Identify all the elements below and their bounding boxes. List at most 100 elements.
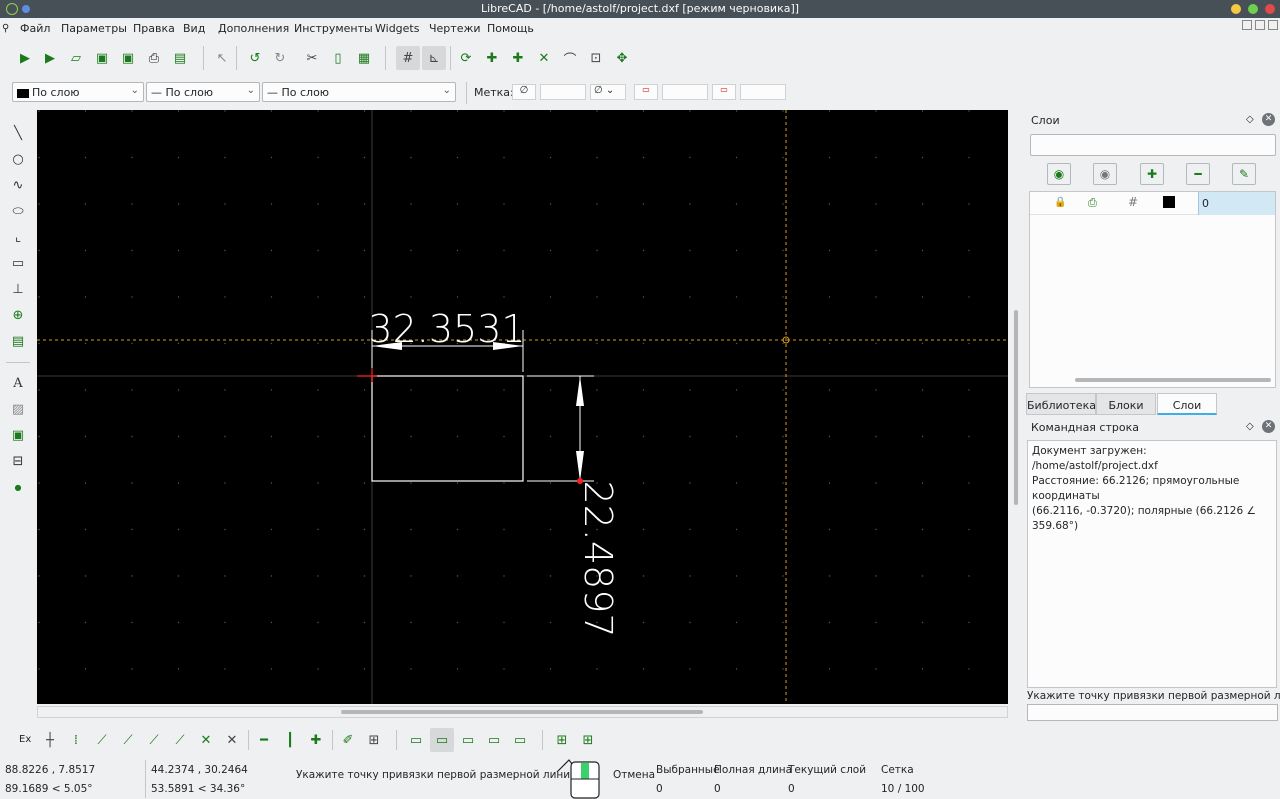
layer-name[interactable]: 0 — [1198, 192, 1275, 215]
zoom-window-icon[interactable]: ⊡ — [586, 48, 606, 68]
tab-layers[interactable]: Слои — [1157, 393, 1217, 415]
maximize-button[interactable] — [1248, 4, 1258, 14]
search-icon[interactable]: ⚲ — [2, 23, 9, 34]
print-icon[interactable]: ⎙ — [1088, 196, 1097, 210]
tab-blocks[interactable]: Блоки — [1096, 393, 1156, 415]
label-field-1[interactable] — [540, 84, 586, 100]
snap-center-icon[interactable]: ⟋ — [144, 730, 164, 750]
zoom-out-icon[interactable]: ✚ — [508, 48, 528, 68]
snap-distance-icon[interactable]: ✕ — [196, 730, 216, 750]
ellipse-tool-icon[interactable]: ⬭ — [8, 201, 28, 221]
new-template-icon[interactable]: ▶ — [40, 48, 60, 68]
menu-tools[interactable]: Инструменты — [294, 22, 373, 35]
view-5-icon[interactable]: ▭ — [510, 730, 530, 750]
minimize-button[interactable] — [1231, 4, 1241, 14]
print-icon[interactable]: ⎙ — [144, 48, 164, 68]
command-input[interactable] — [1027, 704, 1278, 721]
mdi-restore-icon[interactable] — [1255, 20, 1265, 30]
exclusive-snap-button[interactable]: Ex — [19, 734, 31, 745]
add-layer-icon[interactable]: ✚ — [1140, 163, 1164, 185]
block-tool-icon[interactable]: ⊟ — [8, 451, 28, 471]
vertical-scroll-thumb[interactable] — [1014, 310, 1018, 505]
menu-options[interactable]: Параметры — [61, 22, 127, 35]
curve-tool-icon[interactable]: ∿ — [8, 175, 28, 195]
copy-icon[interactable]: ▯ — [328, 48, 348, 68]
snap-intersection-icon[interactable]: ✕ — [222, 730, 242, 750]
menu-help[interactable]: Помощь — [487, 22, 534, 35]
menu-view[interactable]: Вид — [183, 22, 205, 35]
snap-on-entity-icon[interactable]: ⟋ — [118, 730, 138, 750]
diameter-select[interactable]: ∅ ⌄ — [590, 84, 626, 100]
close-icon[interactable]: ✕ — [1262, 113, 1275, 126]
new-file-icon[interactable]: ▶ — [15, 48, 35, 68]
add-block-icon[interactable]: ⊞ — [552, 730, 572, 750]
ortho-toggle-icon[interactable]: ⊾ — [422, 46, 446, 70]
diameter-icon[interactable]: ∅ — [512, 84, 536, 100]
lock-icon[interactable]: 🔒 — [1054, 197, 1066, 208]
modify-tool-icon[interactable]: ⊕ — [8, 305, 28, 325]
linetype-combo[interactable]: — По слою ⌄ — [262, 82, 456, 102]
horizontal-scroll-thumb[interactable] — [341, 710, 703, 714]
polyline-tool-icon[interactable]: ⌞ — [8, 227, 28, 247]
point-tool-icon[interactable]: ● — [8, 477, 28, 497]
restrict-vertical-icon[interactable]: ┃ — [280, 730, 300, 750]
float-icon[interactable]: ◇ — [1246, 421, 1254, 432]
dimension-tool-icon[interactable]: ⊥ — [8, 279, 28, 299]
label-field-3[interactable] — [740, 84, 786, 100]
view-3-icon[interactable]: ▭ — [458, 730, 478, 750]
menu-widgets[interactable]: Widgets — [375, 22, 419, 35]
redo-icon[interactable]: ↻ — [270, 48, 290, 68]
save-as-icon[interactable]: ▣ — [118, 48, 138, 68]
snap-free-icon[interactable]: ┼ — [40, 730, 60, 750]
tolerance-icon[interactable]: ▭ — [634, 84, 658, 100]
construction-icon[interactable]: # — [1128, 195, 1138, 209]
layer-list-scroll-thumb[interactable] — [1075, 378, 1271, 382]
edit-layer-icon[interactable]: ✎ — [1232, 163, 1256, 185]
drawing-canvas[interactable]: 32.3531 22.4897 — [37, 110, 1008, 704]
remove-layer-icon[interactable]: ━ — [1186, 163, 1210, 185]
close-icon[interactable]: ✕ — [1262, 420, 1275, 433]
restrict-horizontal-icon[interactable]: ━ — [254, 730, 274, 750]
snap-endpoint-icon[interactable]: ⟋ — [92, 730, 112, 750]
insert-block-icon[interactable]: ⊞ — [578, 730, 598, 750]
menu-plugins[interactable]: Дополнения — [218, 22, 289, 35]
lock-relative-zero-icon[interactable]: ⊞ — [364, 730, 384, 750]
view-1-icon[interactable]: ▭ — [406, 730, 426, 750]
select-pointer-icon[interactable]: ↖ — [212, 48, 232, 68]
tolerance2-icon[interactable]: ▭ — [712, 84, 736, 100]
snap-grid-icon[interactable]: ⁞ — [66, 730, 86, 750]
tab-library[interactable]: Библиотека — [1026, 393, 1096, 415]
zoom-in-icon[interactable]: ✚ — [482, 48, 502, 68]
mdi-close-icon[interactable] — [1268, 20, 1278, 30]
cut-icon[interactable]: ✂ — [302, 48, 322, 68]
layer-row[interactable]: 🔒 ⎙ # 0 — [1030, 192, 1275, 215]
line-tool-icon[interactable]: ╲ — [8, 123, 28, 143]
save-icon[interactable]: ▣ — [92, 48, 112, 68]
menu-drawings[interactable]: Чертежи — [429, 22, 481, 35]
label-field-2[interactable] — [662, 84, 708, 100]
zoom-previous-icon[interactable]: ⌒ — [560, 48, 580, 68]
view-2-icon[interactable]: ▭ — [430, 728, 454, 752]
undo-icon[interactable]: ↺ — [245, 48, 265, 68]
canvas-vertical-scrollbar[interactable] — [1011, 110, 1021, 704]
menu-file[interactable]: Файл — [20, 22, 50, 35]
circle-tool-icon[interactable]: ○ — [8, 149, 28, 169]
layer-search-input[interactable] — [1030, 134, 1276, 156]
set-relative-zero-icon[interactable]: ✐ — [338, 730, 358, 750]
mdi-minimize-icon[interactable] — [1242, 20, 1252, 30]
select-tool-icon[interactable]: ▭ — [8, 253, 28, 273]
float-icon[interactable]: ◇ — [1246, 114, 1254, 125]
restrict-orthogonal-icon[interactable]: ✚ — [306, 730, 326, 750]
open-file-icon[interactable]: ▱ — [66, 48, 86, 68]
image-tool-icon[interactable]: ▣ — [8, 425, 28, 445]
grid-toggle-icon[interactable]: # — [396, 46, 420, 70]
color-combo[interactable]: По слою ⌄ — [12, 82, 144, 102]
redraw-icon[interactable]: ⟳ — [456, 48, 476, 68]
view-4-icon[interactable]: ▭ — [484, 730, 504, 750]
paste-icon[interactable]: ▦ — [354, 48, 374, 68]
canvas-horizontal-scrollbar[interactable] — [37, 706, 1008, 718]
snap-middle-icon[interactable]: ⟋ — [170, 730, 190, 750]
linewidth-combo[interactable]: — По слою ⌄ — [146, 82, 260, 102]
hide-all-layers-icon[interactable]: ◉ — [1093, 163, 1117, 185]
text-tool-icon[interactable]: A — [8, 373, 28, 393]
